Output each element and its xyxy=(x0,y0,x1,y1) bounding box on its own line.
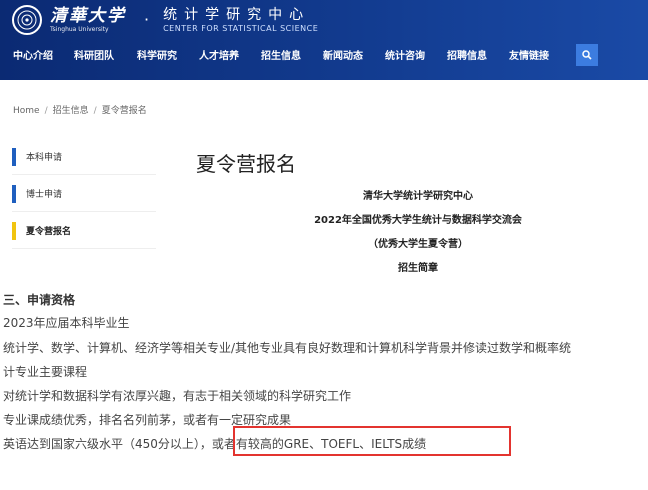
nav-item-news[interactable]: 新闻动态 xyxy=(323,44,363,70)
nav-item-consulting[interactable]: 统计咨询 xyxy=(385,44,425,70)
sidebar-item-summer-camp[interactable]: 夏令营报名 xyxy=(12,212,156,249)
nav-item-team[interactable]: 科研团队 xyxy=(74,44,114,70)
site-header: 清華大学 Tsinghua University · 统计学研究中心 CENTE… xyxy=(0,0,648,80)
sidebar: 本科申请 博士申请 夏令营报名 xyxy=(12,138,156,249)
highlight-box xyxy=(233,426,511,456)
sidebar-item-label: 夏令营报名 xyxy=(26,226,72,237)
body-line: 2023年应届本科毕业生 xyxy=(3,316,130,330)
breadcrumb: Home / 招生信息 / 夏令营报名 xyxy=(13,103,147,116)
nav-item-jobs[interactable]: 招聘信息 xyxy=(447,44,487,70)
breadcrumb-admission[interactable]: 招生信息 xyxy=(53,106,89,116)
breadcrumb-separator: / xyxy=(44,106,48,116)
sidebar-item-phd[interactable]: 博士申请 xyxy=(12,175,156,212)
search-icon xyxy=(582,50,592,60)
sidebar-item-marker-active xyxy=(12,222,16,240)
university-seal-icon xyxy=(12,5,42,35)
sidebar-item-undergraduate[interactable]: 本科申请 xyxy=(12,138,156,175)
body-line: 对统计学和数据科学有浓厚兴趣，有志于相关领域的科学研究工作 xyxy=(3,389,352,403)
university-name-en: Tsinghua University xyxy=(50,25,109,33)
breadcrumb-home[interactable]: Home xyxy=(13,106,40,116)
nav-item-about[interactable]: 中心介绍 xyxy=(13,44,53,70)
sidebar-item-marker xyxy=(12,148,16,166)
body-line: 统计学、数学、计算机、经济学等相关专业/其他专业具有良好数理和计算机科学背景并修… xyxy=(3,341,572,355)
sidebar-item-marker xyxy=(12,185,16,203)
sidebar-item-label: 本科申请 xyxy=(26,152,63,163)
center-name-cn: 统计学研究中心 xyxy=(163,7,311,23)
notice-line-1: 清华大学统计学研究中心 xyxy=(363,191,473,202)
site-logo[interactable]: 清華大学 Tsinghua University · 统计学研究中心 CENTE… xyxy=(12,3,318,37)
sidebar-item-label: 博士申请 xyxy=(26,189,63,200)
notice-line-3: （优秀大学生夏令营） xyxy=(368,239,468,250)
nav-item-admission[interactable]: 招生信息 xyxy=(261,44,301,70)
nav-item-education[interactable]: 人才培养 xyxy=(199,44,239,70)
body-line: 计专业主要课程 xyxy=(3,365,88,379)
university-name-cn: 清華大学 xyxy=(50,5,126,26)
section-title: 三、申请资格 xyxy=(3,293,76,307)
notice-line-2: 2022年全国优秀大学生统计与数据科学交流会 xyxy=(314,215,522,226)
nav-item-research[interactable]: 科学研究 xyxy=(137,44,177,70)
notice-line-4: 招生简章 xyxy=(398,263,438,274)
search-button[interactable] xyxy=(576,44,598,66)
nav-item-links[interactable]: 友情链接 xyxy=(509,44,549,70)
logo-separator: · xyxy=(144,10,150,29)
page-title: 夏令营报名 xyxy=(196,152,296,176)
breadcrumb-current: 夏令营报名 xyxy=(101,106,147,116)
breadcrumb-separator: / xyxy=(93,106,97,116)
center-name-en: CENTER FOR STATISTICAL SCIENCE xyxy=(163,24,319,33)
